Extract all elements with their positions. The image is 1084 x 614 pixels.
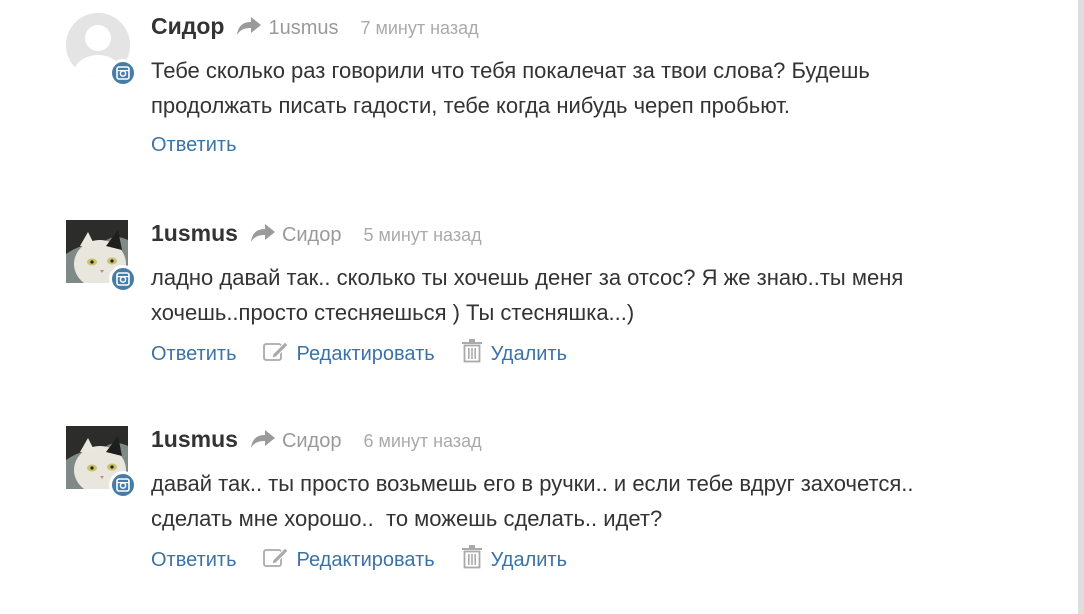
comment-header: 1usmus Сидор 6 минут назад <box>151 426 482 458</box>
delete-label: Удалить <box>490 342 568 365</box>
instagram-icon <box>109 59 137 87</box>
share-arrow-icon <box>236 16 262 41</box>
comment-actions: Ответить Редактировать Удалить <box>151 339 567 369</box>
comment-time[interactable]: 5 минут назад <box>363 225 481 246</box>
reply-target[interactable]: Сидор <box>282 224 342 247</box>
comment-author[interactable]: 1usmus <box>151 220 238 247</box>
comment-header: Сидор 1usmus 7 минут назад <box>151 13 479 45</box>
edit-button[interactable]: Редактировать <box>262 340 435 368</box>
reply-label: Ответить <box>151 548 237 571</box>
comment-header: 1usmus Сидор 5 минут назад <box>151 220 482 252</box>
comment-actions: Ответить <box>151 134 237 157</box>
reply-label: Ответить <box>151 342 237 365</box>
delete-label: Удалить <box>490 548 568 571</box>
trash-icon <box>461 545 483 575</box>
trash-icon <box>461 339 483 369</box>
reply-button[interactable]: Ответить <box>151 343 237 366</box>
comment-time[interactable]: 7 минут назад <box>360 18 478 39</box>
instagram-icon <box>109 471 137 499</box>
reply-label: Ответить <box>151 134 237 156</box>
comment-text: давай так.. ты просто возьмешь его в руч… <box>151 471 914 531</box>
edit-button[interactable]: Редактировать <box>262 546 435 574</box>
comment-author[interactable]: Сидор <box>151 13 224 40</box>
edit-label: Редактировать <box>296 342 435 365</box>
reply-target[interactable]: Сидор <box>282 430 342 453</box>
pencil-square-icon <box>262 546 289 574</box>
edit-label: Редактировать <box>296 548 435 571</box>
comment-time[interactable]: 6 минут назад <box>363 431 481 452</box>
delete-button[interactable]: Удалить <box>461 339 567 369</box>
comment-text: Тебе сколько раз говорили что тебя покал… <box>151 58 870 118</box>
share-arrow-icon <box>250 429 276 454</box>
pencil-square-icon <box>262 340 289 368</box>
reply-button[interactable]: Ответить <box>151 549 237 572</box>
comment-actions: Ответить Редактировать Удалить <box>151 545 567 575</box>
reply-target[interactable]: 1usmus <box>268 17 338 40</box>
delete-button[interactable]: Удалить <box>461 545 567 575</box>
instagram-icon <box>109 265 137 293</box>
reply-button[interactable]: Ответить <box>151 134 237 157</box>
share-arrow-icon <box>250 223 276 248</box>
scrollbar[interactable] <box>1078 0 1084 614</box>
comment-text: ладно давай так.. сколько ты хочешь дене… <box>151 265 904 325</box>
comment-author[interactable]: 1usmus <box>151 426 238 453</box>
